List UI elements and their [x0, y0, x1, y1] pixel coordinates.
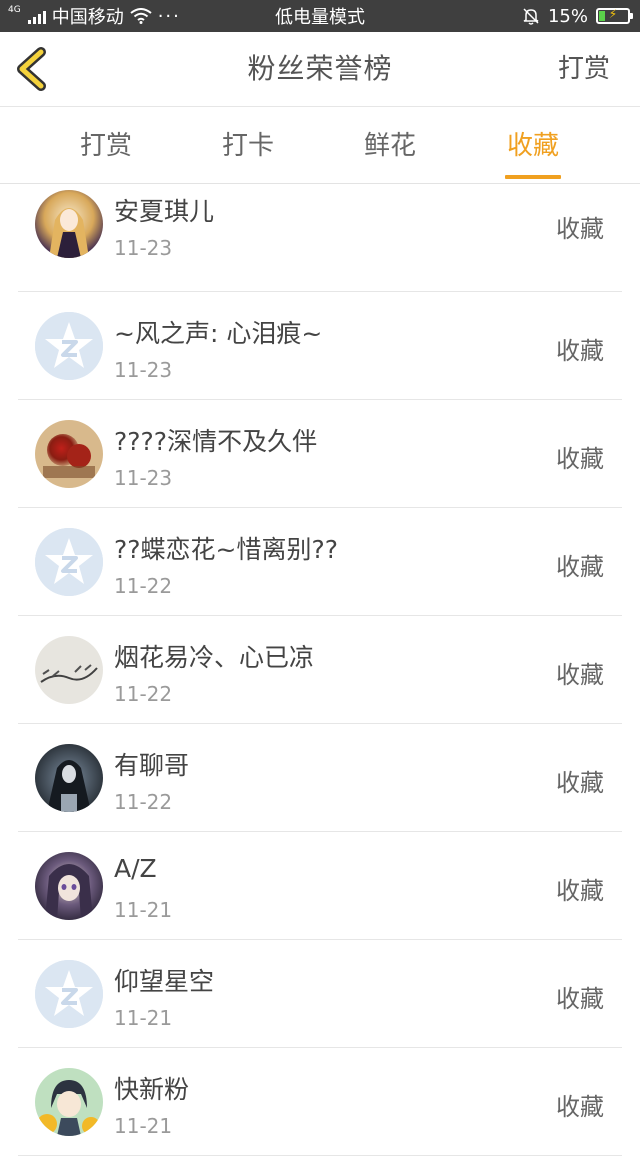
list-item[interactable]: ??蝶恋花~惜离别?? 11-22 收藏 [18, 508, 622, 616]
avatar[interactable] [35, 744, 103, 812]
red-roses-avatar-icon [35, 420, 103, 488]
status-left: 4G 中国移动 ··· [8, 0, 181, 32]
avatar[interactable] [35, 312, 103, 380]
network-type: 4G [8, 4, 21, 15]
date-label: 11-23 [114, 466, 173, 490]
user-name: A/Z [114, 854, 157, 883]
user-name: 快新粉 [114, 1075, 190, 1104]
user-name: 仰望星空 [114, 967, 215, 996]
avatar[interactable] [35, 636, 103, 704]
carrier-name: 中国移动 [51, 7, 124, 28]
active-tab-indicator [505, 175, 561, 179]
collect-label: 收藏 [556, 985, 604, 1013]
header-bar: 粉丝荣誉榜 打赏 [0, 32, 640, 107]
tab-checkin[interactable]: 打卡 [220, 107, 276, 183]
default-avatar-icon [35, 312, 103, 380]
collect-label: 收藏 [556, 877, 604, 905]
more-icon: ··· [157, 5, 181, 27]
tab-reward[interactable]: 打赏 [78, 107, 134, 183]
collect-label: 收藏 [556, 445, 604, 473]
date-label: 11-21 [114, 898, 173, 922]
date-label: 11-21 [114, 1006, 173, 1030]
mute-bell-icon [523, 8, 539, 25]
collect-label: 收藏 [556, 215, 604, 243]
reward-button[interactable]: 打赏 [558, 32, 610, 106]
tab-collect[interactable]: 收藏 [505, 107, 561, 183]
avatar[interactable] [35, 852, 103, 920]
date-label: 11-22 [114, 574, 173, 598]
anime-boy-sunflower-avatar-icon [35, 1068, 103, 1136]
tab-label: 打卡 [221, 131, 274, 161]
status-bar: 4G 中国移动 ··· 低电量模式 15% ⚡ [0, 0, 640, 32]
date-label: 11-23 [114, 358, 173, 382]
battery-percent: 15% [547, 5, 588, 27]
list-item[interactable]: ????深情不及久伴 11-23 收藏 [18, 400, 622, 508]
list-item[interactable]: ~风之声: 心泪痕~ 11-23 收藏 [18, 292, 622, 400]
date-label: 11-22 [114, 682, 173, 706]
collect-label: 收藏 [556, 661, 604, 689]
tab-label: 鲜花 [363, 131, 416, 161]
low-power-mode-label: 低电量模式 [275, 7, 365, 28]
anime-girl-avatar-icon [35, 190, 103, 258]
user-name: ??蝶恋花~惜离别?? [114, 535, 339, 564]
list-item[interactable]: 快新粉 11-21 收藏 [18, 1048, 622, 1156]
user-name: 安夏琪儿 [114, 197, 215, 226]
user-name: 有聊哥 [114, 751, 190, 780]
page-title: 粉丝荣誉榜 [247, 52, 393, 85]
signal-icon [27, 8, 46, 24]
tab-flowers[interactable]: 鲜花 [362, 107, 418, 183]
user-name: ~风之声: 心泪痕~ [114, 319, 323, 348]
avatar[interactable] [35, 960, 103, 1028]
collect-label: 收藏 [556, 337, 604, 365]
status-right: 15% ⚡ [522, 0, 633, 32]
avatar[interactable] [35, 1068, 103, 1136]
date-label: 11-23 [114, 236, 173, 260]
purple-anime-avatar-icon [35, 852, 103, 920]
wifi-icon [130, 8, 152, 24]
collect-label: 收藏 [556, 1093, 604, 1121]
avatar[interactable] [35, 528, 103, 596]
list-item[interactable]: 有聊哥 11-22 收藏 [18, 724, 622, 832]
list-item[interactable]: 安夏琪儿 11-23 收藏 [18, 184, 622, 292]
user-name: ????深情不及久伴 [114, 427, 318, 456]
default-avatar-icon [35, 960, 103, 1028]
user-name: 烟花易冷、心已凉 [114, 643, 315, 672]
tab-bar: 打赏 打卡 鲜花 收藏 [0, 107, 640, 184]
tab-label: 打赏 [79, 131, 132, 161]
list-item[interactable]: A/Z 11-21 收藏 [18, 832, 622, 940]
list-item[interactable]: 烟花易冷、心已凉 11-22 收藏 [18, 616, 622, 724]
fan-list: 安夏琪儿 11-23 收藏 ~风之声: 心泪痕~ 11-23 收藏 ????深情… [18, 184, 622, 1156]
list-item[interactable]: 仰望星空 11-21 收藏 [18, 940, 622, 1048]
dark-anime-avatar-icon [35, 744, 103, 812]
tab-label: 收藏 [506, 131, 559, 161]
date-label: 11-21 [114, 1114, 173, 1138]
avatar[interactable] [35, 420, 103, 488]
date-label: 11-22 [114, 790, 173, 814]
collect-label: 收藏 [556, 769, 604, 797]
collect-label: 收藏 [556, 553, 604, 581]
default-avatar-icon [35, 528, 103, 596]
avatar[interactable] [35, 190, 103, 258]
handwriting-avatar-icon [35, 636, 103, 704]
battery-icon: ⚡ [596, 7, 633, 24]
